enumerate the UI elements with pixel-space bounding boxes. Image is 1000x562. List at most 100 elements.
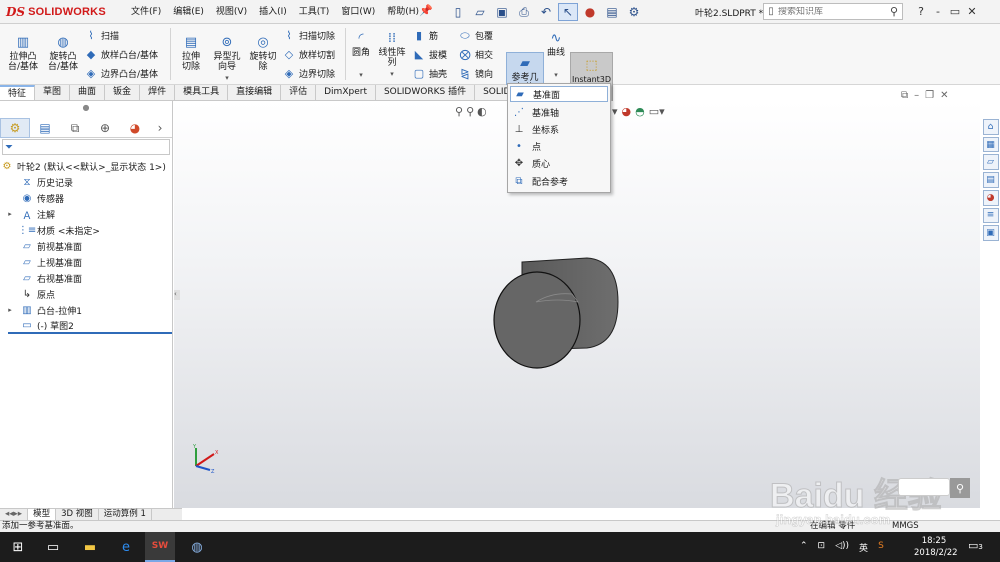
feature-manager-tab-icon[interactable]: ⚙	[0, 118, 30, 138]
ime-indicator[interactable]: 英	[859, 541, 868, 554]
chevron-down-icon[interactable]: ▾	[554, 70, 558, 80]
tree-item-boss-extrude1[interactable]: ▸ ▥ 凸台-拉伸1	[0, 302, 82, 318]
fillet-button[interactable]: ◜ 圆角 ▾	[348, 30, 374, 80]
tab-surfaces[interactable]: 曲面	[70, 85, 106, 100]
print-icon[interactable]: ⎙	[514, 3, 534, 21]
file-explorer-taskbar-icon[interactable]: ▬	[75, 532, 105, 562]
search-box[interactable]: ▯ ⚲	[763, 3, 903, 20]
windows-start-icon[interactable]: ⊞	[3, 532, 33, 562]
tree-item-front-plane[interactable]: ▱ 前视基准面	[8, 238, 82, 254]
viewport-split-icon[interactable]: ⧉	[901, 90, 908, 101]
tree-item-material[interactable]: ⋮≡ 材质 <未指定>	[8, 222, 100, 238]
solidworks-taskbar-icon[interactable]: SW	[145, 532, 175, 562]
options-gear-icon[interactable]: ⚙	[624, 3, 644, 21]
tab-evaluate[interactable]: 评估	[281, 85, 317, 100]
file-explorer-icon[interactable]: ▤	[982, 172, 999, 188]
restore-button[interactable]: ▭	[947, 2, 963, 20]
new-document-icon[interactable]: ▯	[448, 3, 468, 21]
chevron-down-icon[interactable]: ▾	[390, 69, 394, 79]
boundary-cut-button[interactable]: ◈ 边界切除	[282, 65, 335, 82]
flyout-item-center-of-mass[interactable]: ✥ 质心	[510, 155, 608, 171]
resources-icon[interactable]: ▦	[982, 136, 999, 153]
boundary-boss-button[interactable]: ◈ 边界凸台/基体	[84, 65, 158, 82]
select-pointer-icon[interactable]: ↖	[558, 3, 578, 21]
viewport-restore-icon[interactable]: ❐	[925, 90, 934, 101]
tab-3d-views[interactable]: 3D 视图	[56, 509, 99, 520]
tree-item-annotations[interactable]: ▸ Ａ 注解	[0, 206, 55, 222]
tray-expand-icon[interactable]: ⌃	[800, 541, 808, 554]
sweep-button[interactable]: ⌇ 扫描	[84, 27, 119, 44]
tree-item-history[interactable]: ⧖ 历史记录	[8, 174, 73, 190]
display-style-icon[interactable]: ▭▾	[649, 105, 665, 118]
save-icon[interactable]: ▣	[492, 3, 512, 21]
custom-properties-icon[interactable]: ≡	[982, 207, 999, 224]
tab-sketch[interactable]: 草图	[35, 85, 71, 100]
intersect-button[interactable]: ⨂ 相交	[458, 46, 494, 63]
sogou-input-icon[interactable]: S	[878, 541, 884, 554]
cylinder-model[interactable]	[492, 252, 620, 370]
viewport-close-icon[interactable]: ✕	[940, 90, 948, 101]
tab-solidworks-addins[interactable]: SOLIDWORKS 插件	[376, 85, 476, 100]
linear-pattern-button[interactable]: ⁞⁞ 线性阵列 ▾	[376, 30, 408, 79]
home-icon[interactable]: ⌂	[982, 119, 999, 135]
revolve-boss-button[interactable]: ◍ 旋转凸台/基体	[44, 34, 82, 73]
expand-arrow-icon[interactable]: ▸	[0, 306, 20, 314]
flyout-item-axis[interactable]: ⋰ 基准轴	[510, 104, 608, 120]
configuration-manager-tab-icon[interactable]: ⧉	[60, 118, 90, 138]
network-icon[interactable]: ⊡	[818, 541, 826, 554]
chevron-down-icon[interactable]: ▾	[359, 70, 363, 80]
tab-sheet-metal[interactable]: 钣金	[105, 85, 141, 100]
revolve-cut-button[interactable]: ◎ 旋转切除	[246, 34, 280, 73]
notification-center-icon[interactable]: ▭3	[968, 539, 983, 552]
tree-item-sketch2[interactable]: ▭ (-) 草图2	[8, 318, 172, 334]
tree-item-sensors[interactable]: ◉ 传感器	[8, 190, 64, 206]
undo-icon[interactable]: ↶	[536, 3, 556, 21]
extrude-boss-button[interactable]: ▥ 拉伸凸台/基体	[4, 34, 42, 73]
menu-tools[interactable]: 工具(T)	[293, 5, 336, 19]
view-orientation-icon[interactable]: ▾	[612, 105, 618, 118]
volume-icon[interactable]: ◁))	[835, 541, 849, 554]
property-manager-tab-icon[interactable]: ▤	[30, 118, 60, 138]
zoom-to-area-icon[interactable]: ⚲	[466, 105, 474, 118]
wrap-button[interactable]: ⬭ 包覆	[458, 27, 493, 44]
tree-item-origin[interactable]: ↳ 原点	[8, 286, 55, 302]
search-icon[interactable]: ⚲	[886, 5, 902, 18]
draft-button[interactable]: ◣ 拔模	[412, 46, 447, 63]
help-icon[interactable]: ?	[913, 2, 929, 20]
panel-collapse-handle[interactable]: ●	[0, 103, 172, 112]
tree-root[interactable]: ⚙ 叶轮2 (默认<<默认>_显示状态 1>)	[0, 158, 166, 174]
edge-browser-icon[interactable]: e	[111, 532, 141, 562]
flyout-item-coordinate-system[interactable]: ⊥ 坐标系	[510, 121, 608, 137]
scene-icon[interactable]: ◓	[635, 105, 645, 118]
task-view-icon[interactable]: ▭	[38, 532, 68, 562]
flyout-item-point[interactable]: • 点	[510, 138, 608, 154]
search-input[interactable]	[778, 6, 878, 17]
menu-insert[interactable]: 插入(I)	[253, 5, 293, 19]
loft-cut-button[interactable]: ◇ 放样切割	[282, 46, 335, 63]
search-scope-icon[interactable]: ▯	[764, 6, 778, 17]
previous-view-icon[interactable]: ◐	[477, 105, 487, 118]
extrude-cut-button[interactable]: ▤ 拉伸切除	[174, 34, 208, 73]
pin-icon[interactable]: 📌	[419, 4, 433, 18]
panel-splitter-handle[interactable]: ‹	[174, 290, 180, 300]
open-folder-icon[interactable]: ▱	[470, 3, 490, 21]
tab-direct-editing[interactable]: 直接编辑	[228, 85, 282, 100]
tree-filter-input[interactable]: ⏷	[2, 139, 170, 155]
forum-icon[interactable]: ▣	[982, 225, 999, 242]
close-button[interactable]: ✕	[964, 2, 980, 20]
tab-motion-study[interactable]: 运动算例 1	[99, 509, 152, 520]
tab-dimxpert[interactable]: DimXpert	[316, 85, 376, 100]
dimxpert-manager-tab-icon[interactable]: ⊕	[90, 118, 120, 138]
system-clock[interactable]: 18:25 2018/2/22	[914, 535, 958, 559]
zoom-to-fit-icon[interactable]: ⚲	[455, 105, 463, 118]
expand-arrow-icon[interactable]: ▸	[0, 210, 20, 218]
tab-model[interactable]: 模型	[28, 509, 57, 520]
chevron-down-icon[interactable]: ▾	[225, 73, 229, 83]
mirror-button[interactable]: ⧎ 镜向	[458, 65, 493, 82]
tab-mold-tools[interactable]: 模具工具	[175, 85, 229, 100]
flyout-item-mate-reference[interactable]: ⧉ 配合参考	[510, 173, 608, 189]
tab-weldments[interactable]: 焊件	[140, 85, 176, 100]
menu-view[interactable]: 视图(V)	[210, 5, 253, 19]
sweep-cut-button[interactable]: ⌇ 扫描切除	[282, 27, 335, 44]
flyout-item-plane[interactable]: ▰ 基准面	[510, 86, 608, 102]
